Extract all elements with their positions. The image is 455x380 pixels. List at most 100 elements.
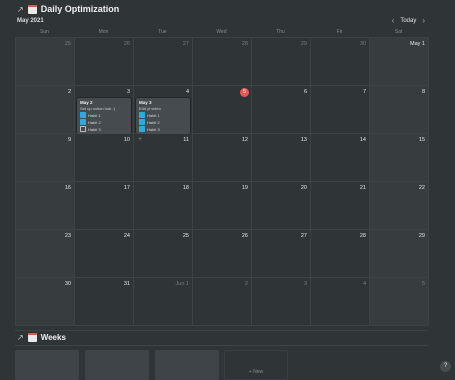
calendar-day-cell[interactable]: 18 [134,182,193,230]
calendar-day-cell[interactable]: 4 [311,278,370,326]
calendar-day-cell[interactable]: 12 [193,134,252,182]
day-number: 27 [300,233,307,239]
month-label: May 2021 [17,18,44,24]
day-number: 22 [418,185,425,191]
calendar-day-cell[interactable]: 3 [252,278,311,326]
calendar-day-cell[interactable]: 5 [193,86,252,134]
calendar-day-cell[interactable]: 10 [75,134,134,182]
habit-label: Habit 2 [147,119,160,125]
day-number: 31 [123,281,130,287]
calendar-day-cell[interactable]: May 1 [370,38,429,86]
calendar-day-cell[interactable]: 25 [16,38,75,86]
habit-label: Habit 1 [88,112,101,118]
habit-label: Habit 3 [147,126,160,132]
calendar-day-cell[interactable]: 13 [252,134,311,182]
calendar-day-cell[interactable]: 9 [16,134,75,182]
calendar-day-cell[interactable]: 2 [193,278,252,326]
open-link-arrow-icon[interactable]: ↗ [17,333,24,342]
calendar-day-cell[interactable]: 29 [252,38,311,86]
weekday-label: Mon [98,29,109,35]
calendar-day-cell[interactable]: 5 [370,278,429,326]
calendar-day-cell[interactable]: 26 [75,38,134,86]
calendar-day-cell[interactable]: 28 [311,230,370,278]
calendar-day-cell[interactable]: 28 [193,38,252,86]
checkbox[interactable] [80,119,86,125]
week-card[interactable] [15,350,79,380]
calendar-day-cell[interactable]: 24 [75,230,134,278]
calendar-day-cell[interactable]: 16 [16,182,75,230]
help-button[interactable]: ? [440,361,451,372]
calendar-day-cell[interactable]: 20 [252,182,311,230]
page-header: ↗ Daily Optimization [17,3,119,15]
calendar-day-cell[interactable]: 30 [16,278,75,326]
weekday-label: Sun [40,29,49,35]
checkbox[interactable] [139,119,145,125]
calendar-day-cell[interactable]: 21 [311,182,370,230]
day-number: 28 [359,233,366,239]
habit-checkbox-row: Habit 3 [139,126,187,132]
add-icon[interactable]: + [138,136,142,143]
chevron-right-icon[interactable]: › [422,17,425,25]
calendar-day-cell[interactable]: 11 + [134,134,193,182]
habit-checkbox-row: Habit 1 [80,112,128,118]
card-title: May 2 [80,100,93,105]
calendar-day-cell[interactable]: 29 [370,230,429,278]
weeks-title[interactable]: Weeks [41,333,66,342]
calendar-day-cell[interactable]: 27 [252,230,311,278]
calendar-day-cell[interactable]: 23 [16,230,75,278]
card-subtitle: Set up notion hub :) [80,106,115,111]
checkbox[interactable] [80,126,86,132]
today-button[interactable]: Today [400,18,416,24]
calendar-day-cell[interactable]: 31 [75,278,134,326]
calendar-day-cell[interactable]: 25 [134,230,193,278]
calendar-day-cell[interactable]: Jun 1 [134,278,193,326]
calendar-nav: ‹ Today › [392,17,425,25]
day-number: 13 [300,137,307,143]
open-link-arrow-icon[interactable]: ↗ [17,5,24,14]
calendar-day-cell[interactable]: 26 [193,230,252,278]
day-number: 21 [359,185,366,191]
habit-label: Habit 3 [88,126,101,132]
page-title[interactable]: Daily Optimization [41,4,120,14]
weekday-label: Tue [158,29,167,35]
calendar-day-cell[interactable]: 4 May 3 Edit yt video Habit 1 Habit 2 Habit 3 [134,86,193,134]
today-date-badge: 5 [240,88,249,97]
weekday-header: Sun Mon Tue Wed Thu Fri Sat [15,28,428,37]
calendar-day-cell[interactable]: 2 [16,86,75,134]
day-number: 29 [300,41,307,47]
day-number: 2 [244,281,248,287]
day-number: 20 [300,185,307,191]
day-entry-card[interactable]: May 2 Set up notion hub :) Habit 1 Habit 2H… [77,98,131,134]
card-subtitle: Edit yt video [139,106,161,111]
calendar-day-cell[interactable]: 17 [75,182,134,230]
day-number: 19 [241,185,248,191]
week-card[interactable] [85,350,149,380]
calendar-day-cell[interactable]: 7 [311,86,370,134]
divider [15,345,428,346]
day-number: 28 [241,41,248,47]
weekday-label: Thu [276,29,285,35]
calendar-day-cell[interactable]: 6 [252,86,311,134]
day-number: 4 [185,89,189,95]
checkbox[interactable] [139,126,145,132]
day-number: 26 [241,233,248,239]
calendar-day-cell[interactable]: 30 [311,38,370,86]
day-number: Jun 1 [175,281,189,287]
checkbox[interactable] [80,112,86,118]
checkbox[interactable] [139,112,145,118]
day-number: 12 [241,137,248,143]
calendar-day-cell[interactable]: 22 [370,182,429,230]
day-number: 3 [303,281,307,287]
calendar-day-cell[interactable]: 14 [311,134,370,182]
day-number: 30 [64,281,71,287]
calendar-day-cell[interactable]: 27 [134,38,193,86]
calendar-day-cell[interactable]: 8 [370,86,429,134]
calendar-day-cell[interactable]: 3 May 2 Set up notion hub :) Habit 1 Habit 2… [75,86,134,134]
chevron-left-icon[interactable]: ‹ [392,17,395,25]
calendar-day-cell[interactable]: 19 [193,182,252,230]
day-entry-card[interactable]: May 3 Edit yt video Habit 1 Habit 2 Habit 3 [136,98,190,134]
day-number: 5 [421,281,425,287]
calendar-day-cell[interactable]: 15 [370,134,429,182]
week-card[interactable] [155,350,219,380]
new-week-button[interactable]: + New [224,350,288,380]
